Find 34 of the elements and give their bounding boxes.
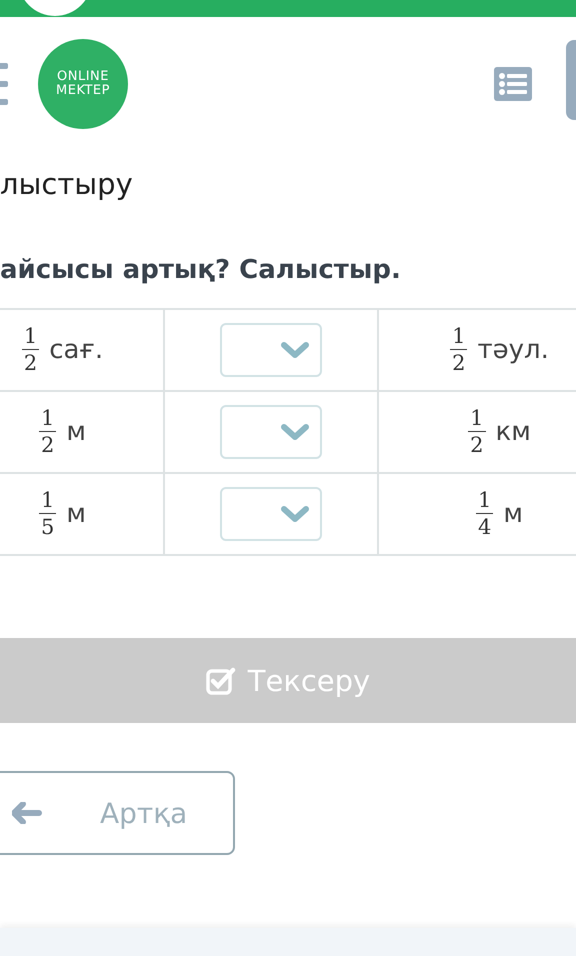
logo-text: ONLINE: [57, 70, 109, 84]
list-icon: [499, 72, 527, 94]
unit-label: тәул.: [477, 335, 549, 365]
list-button[interactable]: [494, 66, 532, 100]
checkbox-icon: [206, 666, 236, 694]
chevron-down-icon: [280, 423, 310, 441]
fraction-denominator: 2: [470, 432, 484, 456]
fraction-numerator: 1: [39, 490, 56, 514]
fraction-denominator: 5: [41, 514, 54, 538]
fraction-numerator: 1: [39, 408, 56, 432]
lesson-title: лыстыру: [0, 166, 134, 202]
fraction-numerator: 1: [476, 490, 494, 514]
fraction-numerator: 1: [450, 326, 468, 350]
unit-label: м: [66, 499, 86, 529]
fraction-numerator: 1: [22, 326, 40, 350]
fraction-denominator: 2: [41, 432, 54, 456]
select-dropdown[interactable]: [220, 487, 322, 541]
unit-label: м: [503, 499, 523, 529]
chevron-down-icon: [280, 341, 310, 359]
fraction-denominator: 4: [478, 514, 492, 538]
fraction-denominator: 2: [452, 350, 466, 374]
fraction-denominator: 2: [24, 350, 38, 374]
unit-label: сағ.: [49, 335, 104, 365]
select-dropdown[interactable]: [220, 323, 322, 377]
unit-label: м: [66, 417, 86, 447]
chevron-down-icon: [280, 505, 310, 523]
back-button[interactable]: Артқа: [0, 771, 235, 855]
unit-label: км: [496, 417, 531, 447]
logo[interactable]: ONLINE MEKTEP: [38, 38, 128, 128]
select-dropdown[interactable]: [220, 405, 322, 459]
fraction-numerator: 1: [468, 408, 486, 432]
logo-text: MEKTEP: [56, 84, 110, 98]
question-text: айсысы артық? Салыстыр.: [0, 254, 402, 287]
arrow-left-icon: [12, 802, 42, 824]
